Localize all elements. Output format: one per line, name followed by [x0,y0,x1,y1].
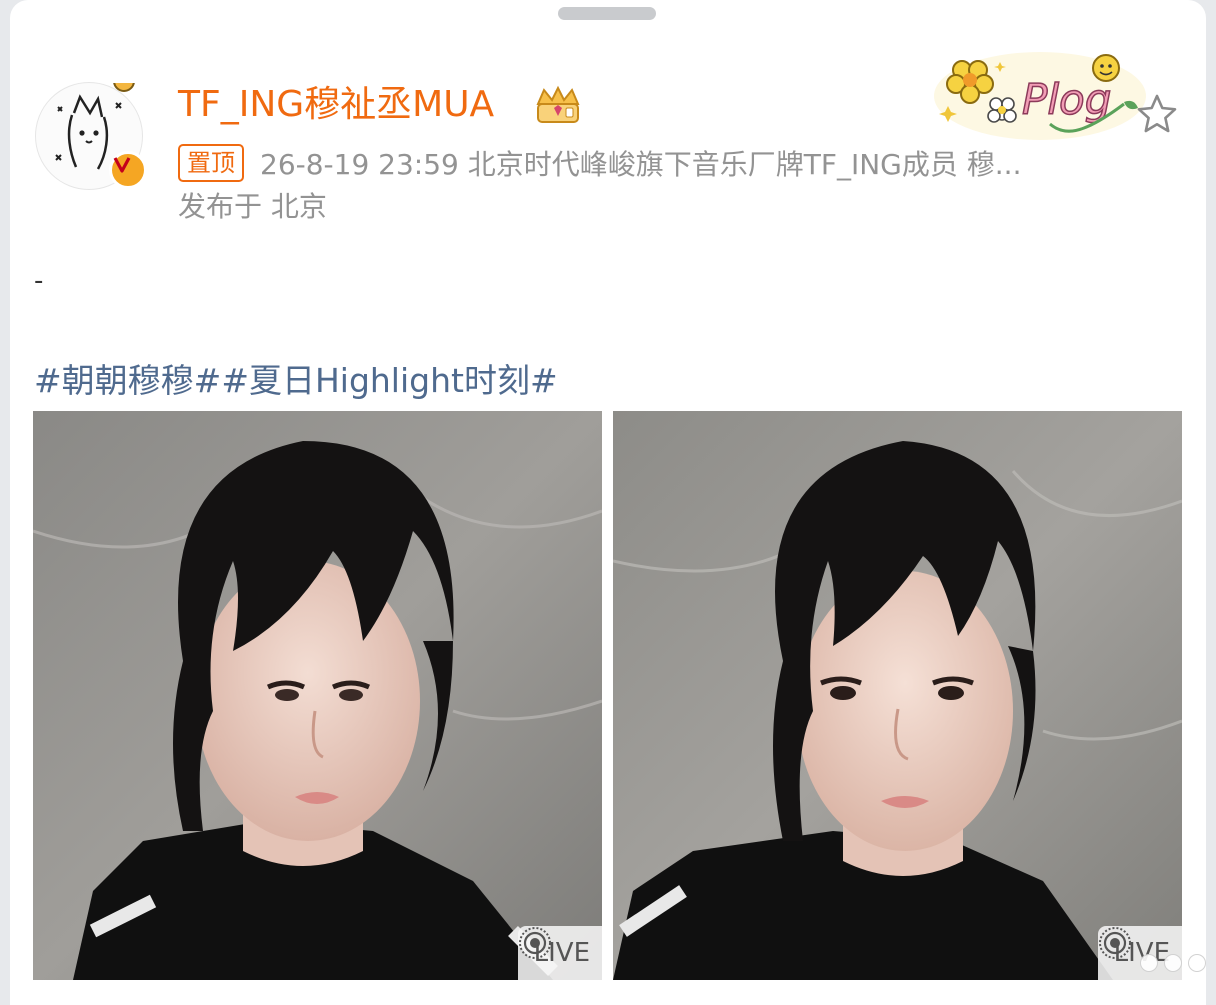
verified-v-icon [109,151,147,189]
post-meta-text: 26-8-19 23:59 北京时代峰峻旗下音乐厂牌TF_ING成员 穆... [260,148,1022,181]
author-name[interactable]: TF_ING穆祉丞MUA [178,82,494,128]
post-sheet: TF_ING穆祉丞MUA 置顶 26-8-19 23:59 北京时代峰峻旗下音乐… [10,0,1206,1005]
hashtag-link[interactable]: #夏日Highlight时刻# [221,361,557,400]
post-meta: 置顶 26-8-19 23:59 北京时代峰峻旗下音乐厂牌TF_ING成员 穆.… [178,142,1090,184]
plog-sticker-icon: Plog [934,52,1146,140]
vip-crown-icon[interactable] [532,84,584,126]
post-photo[interactable]: LIVE [613,411,1182,980]
watermark-dots [1140,954,1206,972]
live-photo-badge[interactable]: LIVE [517,926,602,980]
hashtag-line: #朝朝穆穆##夏日Highlight时刻# [34,358,558,404]
portrait-photo [613,411,1182,980]
post-location: 发布于 北京 [178,190,327,223]
sheet-grab-handle[interactable] [558,7,656,20]
star-icon[interactable] [1135,92,1179,136]
pinned-badge: 置顶 [178,144,244,182]
hashtag-link[interactable]: #朝朝穆穆# [34,361,221,400]
portrait-photo [33,411,602,980]
avatar[interactable] [35,82,147,190]
post-text: - [34,266,44,296]
post-photo[interactable]: LIVE [33,411,602,980]
plog-sticker-text: Plog [1022,75,1111,124]
